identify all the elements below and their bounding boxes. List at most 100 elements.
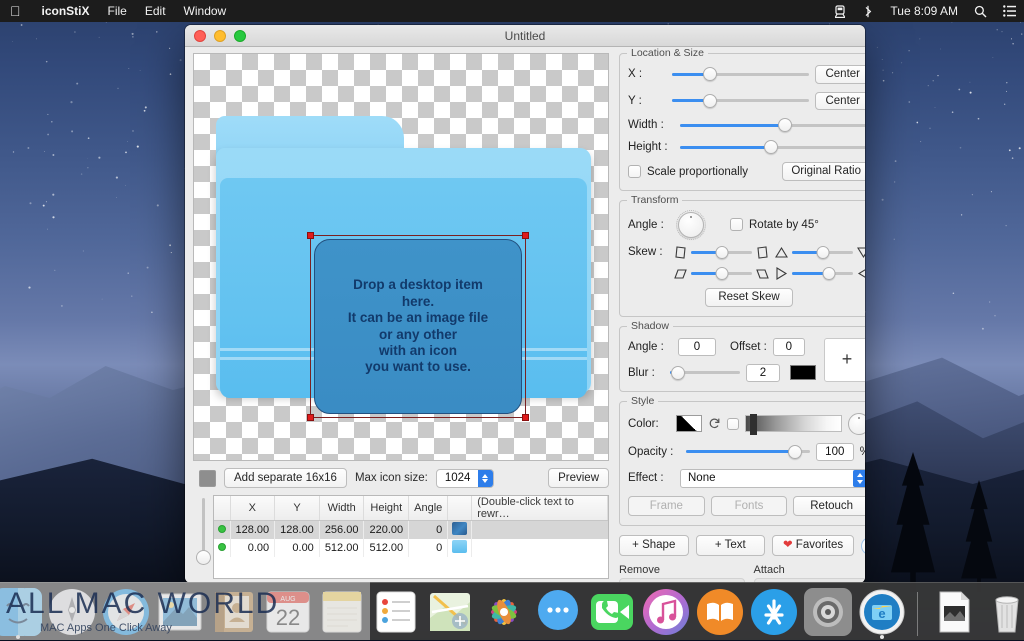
notification-center-icon[interactable] bbox=[995, 0, 1024, 22]
cell-height[interactable]: 512.00 bbox=[364, 539, 409, 557]
slider-knob[interactable] bbox=[822, 267, 835, 280]
gradient-stop-knob[interactable] bbox=[750, 414, 757, 435]
rotate-45-checkbox[interactable] bbox=[730, 218, 743, 231]
document-icon[interactable] bbox=[929, 588, 977, 636]
help-button[interactable]: ? bbox=[861, 537, 865, 555]
menu-app-name[interactable]: iconStiX bbox=[33, 0, 99, 22]
skew-slider-4[interactable] bbox=[792, 267, 853, 280]
launchpad-icon[interactable] bbox=[48, 588, 96, 636]
selected-layer[interactable]: Drop a desktop item here. It can be an i… bbox=[314, 239, 522, 414]
attach-dropzone[interactable]: Attach Drop items here to attach current… bbox=[754, 564, 866, 583]
slider-knob[interactable] bbox=[715, 267, 728, 280]
reminders-icon[interactable] bbox=[372, 588, 420, 636]
zoom-slider-knob[interactable] bbox=[196, 550, 211, 565]
shadow-blur-slider[interactable] bbox=[670, 366, 740, 380]
max-icon-size-select[interactable]: 1024 bbox=[436, 469, 495, 488]
contacts-icon[interactable] bbox=[210, 588, 258, 636]
ibooks-icon[interactable] bbox=[696, 588, 744, 636]
cell-y[interactable]: 128.00 bbox=[275, 521, 320, 539]
gradient-angle-knob[interactable] bbox=[848, 413, 865, 435]
color-swatch[interactable] bbox=[199, 470, 216, 487]
icon-canvas[interactable]: Drop a desktop item here. It can be an i… bbox=[193, 53, 609, 461]
header-angle[interactable]: Angle bbox=[409, 496, 448, 521]
y-slider[interactable] bbox=[672, 94, 809, 108]
add-shape-button[interactable]: + Shape bbox=[619, 535, 689, 556]
slider-knob[interactable] bbox=[703, 67, 717, 81]
x-center-button[interactable]: Center bbox=[815, 65, 865, 84]
trash-icon[interactable] bbox=[983, 588, 1024, 636]
slider-knob[interactable] bbox=[671, 366, 685, 380]
add-shadow-button[interactable]: + bbox=[824, 338, 865, 382]
reset-icon[interactable] bbox=[708, 417, 721, 430]
header-width[interactable]: Width bbox=[319, 496, 364, 521]
cell-y[interactable]: 0.00 bbox=[275, 539, 320, 557]
finder-icon[interactable] bbox=[0, 588, 42, 636]
facetime-icon[interactable] bbox=[588, 588, 636, 636]
table-row[interactable]: 0.00 0.00 512.00 512.00 0 bbox=[214, 539, 608, 557]
retouch-button[interactable]: Retouch bbox=[793, 496, 865, 517]
messages-icon[interactable] bbox=[534, 588, 582, 636]
cell-x[interactable]: 128.00 bbox=[230, 521, 275, 539]
scale-proportionally-checkbox[interactable] bbox=[628, 165, 641, 178]
maps-icon[interactable] bbox=[426, 588, 474, 636]
bluetooth-icon[interactable] bbox=[854, 0, 882, 22]
menu-clock[interactable]: Tue 8:09 AM bbox=[882, 0, 966, 22]
reset-skew-button[interactable]: Reset Skew bbox=[705, 288, 792, 307]
canvas-zoom-slider[interactable] bbox=[193, 495, 213, 579]
cell-angle[interactable]: 0 bbox=[409, 521, 448, 539]
layer-table[interactable]: X Y Width Height Angle (Double-click tex… bbox=[213, 495, 609, 579]
slider-knob[interactable] bbox=[764, 140, 778, 154]
slider-knob[interactable] bbox=[788, 445, 802, 459]
resize-handle-top-left[interactable] bbox=[307, 232, 314, 239]
skew-slider-1[interactable] bbox=[691, 246, 752, 259]
safari-icon[interactable] bbox=[102, 588, 150, 636]
remove-dropzone[interactable]: Remove Drop items here to remove custom … bbox=[619, 564, 745, 583]
cell-note[interactable] bbox=[472, 539, 608, 557]
header-note[interactable]: (Double-click text to rewr… bbox=[472, 496, 608, 521]
vpn-icon[interactable] bbox=[826, 0, 854, 22]
cell-note[interactable] bbox=[472, 521, 608, 539]
add-separate-16-button[interactable]: Add separate 16x16 bbox=[224, 468, 347, 489]
search-icon[interactable] bbox=[966, 0, 995, 22]
shadow-offset-input[interactable]: 0 bbox=[773, 338, 805, 356]
gradient-enable-checkbox[interactable] bbox=[727, 418, 739, 430]
resize-handle-top-right[interactable] bbox=[522, 232, 529, 239]
gradient-bar[interactable] bbox=[745, 415, 842, 432]
slider-knob[interactable] bbox=[778, 118, 792, 132]
table-row[interactable]: 128.00 128.00 256.00 220.00 0 bbox=[214, 521, 608, 539]
header-y[interactable]: Y bbox=[275, 496, 320, 521]
cell-height[interactable]: 220.00 bbox=[364, 521, 409, 539]
itunes-icon[interactable] bbox=[642, 588, 690, 636]
skew-slider-2[interactable] bbox=[792, 246, 853, 259]
row-enabled-toggle[interactable] bbox=[214, 521, 230, 539]
notes-icon[interactable] bbox=[318, 588, 366, 636]
calendar-icon[interactable]: AUG22 bbox=[264, 588, 312, 636]
skew-slider-3[interactable] bbox=[691, 267, 752, 280]
resize-handle-bottom-right[interactable] bbox=[522, 414, 529, 421]
header-height[interactable]: Height bbox=[364, 496, 409, 521]
opacity-slider[interactable] bbox=[686, 445, 810, 459]
preview-button[interactable]: Preview bbox=[548, 468, 609, 489]
shadow-blur-input[interactable]: 2 bbox=[746, 364, 780, 382]
slider-knob[interactable] bbox=[703, 94, 717, 108]
favorites-button[interactable]: ❤ Favorites bbox=[772, 535, 854, 556]
original-ratio-button[interactable]: Original Ratio bbox=[782, 162, 865, 181]
row-enabled-toggle[interactable] bbox=[214, 539, 230, 557]
cell-angle[interactable]: 0 bbox=[409, 539, 448, 557]
resize-handle-bottom-left[interactable] bbox=[307, 414, 314, 421]
effect-select[interactable]: None bbox=[680, 469, 865, 488]
menu-item-window[interactable]: Window bbox=[175, 0, 236, 22]
slider-knob[interactable] bbox=[816, 246, 829, 259]
opacity-input[interactable]: 100 bbox=[816, 443, 854, 461]
menu-item-edit[interactable]: Edit bbox=[136, 0, 175, 22]
x-slider[interactable] bbox=[672, 67, 809, 81]
y-center-button[interactable]: Center bbox=[815, 92, 865, 111]
shadow-angle-input[interactable]: 0 bbox=[678, 338, 716, 356]
cell-width[interactable]: 256.00 bbox=[319, 521, 364, 539]
photos-icon[interactable] bbox=[480, 588, 528, 636]
cell-x[interactable]: 0.00 bbox=[230, 539, 275, 557]
menu-item-file[interactable]: File bbox=[99, 0, 136, 22]
iconstix-icon[interactable]: e bbox=[858, 588, 906, 636]
header-x[interactable]: X bbox=[230, 496, 275, 521]
cell-width[interactable]: 512.00 bbox=[319, 539, 364, 557]
